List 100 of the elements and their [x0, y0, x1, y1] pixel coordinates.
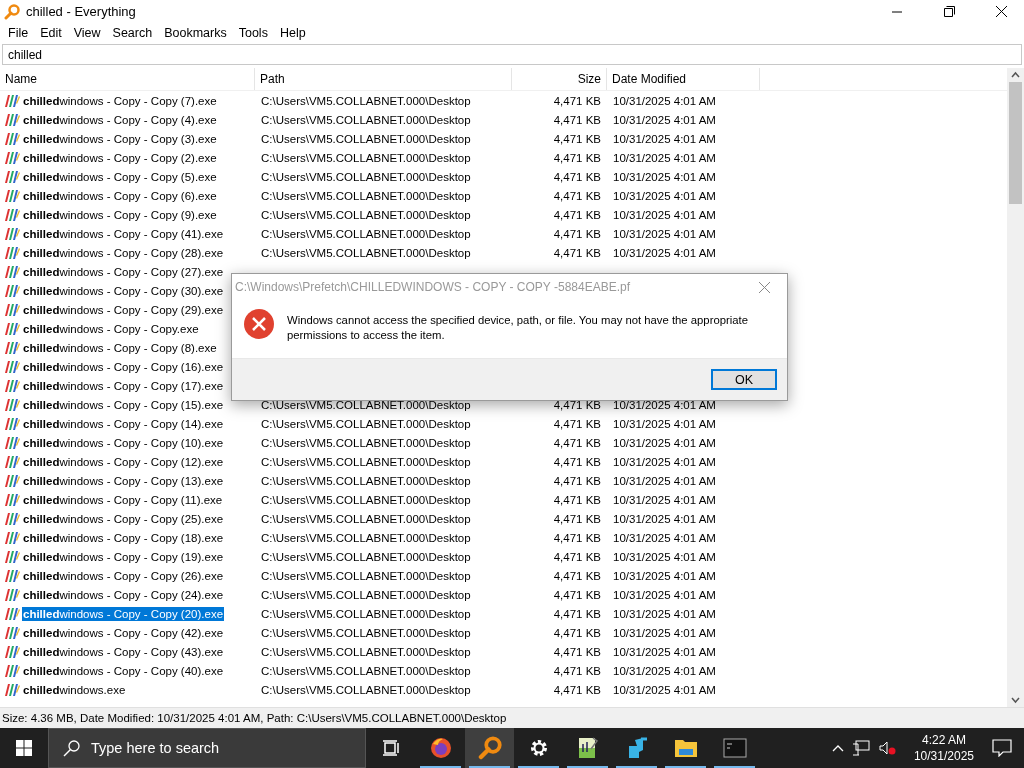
date-modified: 10/31/2025 4:01 AM	[612, 455, 717, 468]
app-icon	[4, 644, 20, 659]
menu-item[interactable]: Bookmarks	[158, 26, 233, 40]
menu-item[interactable]: Help	[273, 26, 312, 40]
file-name[interactable]: chilledwindows - Copy - Copy (6).exe	[22, 188, 218, 203]
file-name[interactable]: chilledwindows - Copy - Copy (40).exe	[22, 663, 225, 678]
file-name[interactable]: chilledwindows - Copy - Copy (42).exe	[22, 625, 225, 640]
file-size: 4,471 KB	[552, 664, 602, 677]
notepad-icon	[576, 736, 599, 760]
file-name[interactable]: chilledwindows - Copy - Copy (16).exe	[22, 359, 225, 374]
app-icon	[4, 682, 20, 697]
file-name[interactable]: chilledwindows - Copy - Copy (14).exe	[22, 416, 225, 431]
file-size: 4,471 KB	[552, 474, 602, 487]
menu-item[interactable]: Tools	[232, 26, 274, 40]
app-icon	[4, 549, 20, 564]
menu-item[interactable]: Search	[106, 26, 159, 40]
file-name[interactable]: chilledwindows - Copy - Copy (2).exe	[22, 150, 218, 165]
file-name[interactable]: chilledwindows - Copy - Copy (41).exe	[22, 226, 225, 241]
notification-icon[interactable]	[992, 739, 1012, 757]
file-name[interactable]: chilledwindows - Copy - Copy (7).exe	[22, 93, 218, 108]
file-name[interactable]: chilledwindows - Copy - Copy (24).exe	[22, 587, 225, 602]
file-size: 4,471 KB	[552, 94, 602, 107]
date-modified: 10/31/2025 4:01 AM	[612, 569, 717, 582]
app-icon	[4, 378, 20, 393]
file-path: C:\Users\VM5.COLLABNET.000\Desktop	[260, 569, 472, 582]
file-path: C:\Users\VM5.COLLABNET.000\Desktop	[260, 94, 472, 107]
network-icon[interactable]	[851, 740, 870, 756]
close-icon	[758, 281, 770, 293]
file-name[interactable]: chilledwindows - Copy - Copy (4).exe	[22, 112, 218, 127]
file-name[interactable]: chilledwindows - Copy - Copy (12).exe	[22, 454, 225, 469]
scrollbar[interactable]	[1007, 68, 1024, 707]
file-name[interactable]: chilledwindows - Copy - Copy (15).exe	[22, 397, 225, 412]
file-name[interactable]: chilledwindows - Copy - Copy (11).exe	[22, 492, 224, 507]
file-size: 4,471 KB	[552, 208, 602, 221]
app-icon	[4, 321, 20, 336]
file-name[interactable]: chilledwindows - Copy - Copy (8).exe	[22, 340, 218, 355]
menu-item[interactable]: View	[67, 26, 107, 40]
date-modified: 10/31/2025 4:01 AM	[612, 132, 717, 145]
date-modified: 10/31/2025 4:01 AM	[612, 664, 717, 677]
date-modified: 10/31/2025 4:01 AM	[612, 474, 717, 487]
file-name[interactable]: chilledwindows - Copy - Copy (43).exe	[22, 644, 225, 659]
restore-icon	[943, 6, 955, 17]
file-size: 4,471 KB	[552, 189, 602, 202]
file-path: C:\Users\VM5.COLLABNET.000\Desktop	[260, 493, 472, 506]
file-path: C:\Users\VM5.COLLABNET.000\Desktop	[260, 436, 472, 449]
file-size: 4,471 KB	[552, 493, 602, 506]
file-path: C:\Users\VM5.COLLABNET.000\Desktop	[260, 151, 472, 164]
file-name[interactable]: chilledwindows - Copy - Copy (25).exe	[22, 511, 225, 526]
file-name[interactable]: chilledwindows - Copy - Copy (17).exe	[22, 378, 225, 393]
app-icon	[4, 454, 20, 469]
menu-item[interactable]: File	[2, 26, 35, 40]
file-name[interactable]: chilledwindows - Copy - Copy (18).exe	[22, 530, 225, 545]
app-icon	[4, 283, 20, 298]
muted-speaker-icon[interactable]	[877, 740, 896, 756]
magnifier-icon	[4, 3, 20, 20]
date-modified: 10/31/2025 4:01 AM	[612, 189, 717, 202]
column-header[interactable]: Date Modified	[607, 68, 760, 90]
ok-button[interactable]: OK	[711, 369, 777, 390]
column-header[interactable]: Size	[512, 68, 607, 90]
file-name[interactable]: chilledwindows - Copy - Copy (27).exe	[22, 264, 225, 279]
search-field[interactable]: chilled	[2, 44, 1022, 65]
clock[interactable]: 4:22 AM 10/31/2025	[913, 732, 974, 764]
file-name[interactable]: chilledwindows - Copy - Copy (3).exe	[22, 131, 218, 146]
menu-item[interactable]: Edit	[34, 26, 68, 40]
file-name[interactable]: chilledwindows - Copy - Copy (20).exe	[22, 606, 225, 621]
error-message: Windows cannot access the specified device, path, or file. You may not have the appropriate permissions to access the item.	[287, 313, 749, 343]
file-name[interactable]: chilledwindows - Copy - Copy (28).exe	[22, 245, 225, 260]
taskbar-search-field[interactable]: Type here to search	[48, 728, 366, 768]
date-modified: 10/31/2025 4:01 AM	[612, 626, 717, 639]
file-path: C:\Users\VM5.COLLABNET.000\Desktop	[260, 227, 472, 240]
file-name[interactable]: chilledwindows - Copy - Copy (19).exe	[22, 549, 225, 564]
file-name[interactable]: chilledwindows - Copy - Copy (5).exe	[22, 169, 218, 184]
magnifier-icon	[477, 736, 502, 760]
date-modified: 10/31/2025 4:01 AM	[612, 531, 717, 544]
file-path: C:\Users\VM5.COLLABNET.000\Desktop	[260, 588, 472, 601]
file-path: C:\Users\VM5.COLLABNET.000\Desktop	[260, 132, 472, 145]
app-icon	[4, 188, 20, 203]
file-name[interactable]: chilledwindows.exe	[22, 682, 127, 697]
folder-icon	[673, 737, 698, 759]
chevron-up-icon[interactable]	[831, 744, 844, 752]
file-name[interactable]: chilledwindows - Copy - Copy (29).exe	[22, 302, 225, 317]
file-size: 4,471 KB	[552, 588, 602, 601]
file-path: C:\Users\VM5.COLLABNET.000\Desktop	[260, 455, 472, 468]
file-path: C:\Users\VM5.COLLABNET.000\Desktop	[260, 474, 472, 487]
file-name[interactable]: chilledwindows - Copy - Copy (10).exe	[22, 435, 225, 450]
file-size: 4,471 KB	[552, 227, 602, 240]
column-header[interactable]: Path	[255, 68, 512, 90]
app-icon	[4, 663, 20, 678]
file-size: 4,471 KB	[552, 113, 602, 126]
file-name[interactable]: chilledwindows - Copy - Copy (13).exe	[22, 473, 225, 488]
file-name[interactable]: chilledwindows - Copy - Copy (9).exe	[22, 207, 218, 222]
app-icon	[4, 150, 20, 165]
file-size: 4,471 KB	[552, 531, 602, 544]
column-header[interactable]: Name	[0, 68, 255, 90]
file-name[interactable]: chilledwindows - Copy - Copy.exe	[22, 321, 200, 336]
file-name[interactable]: chilledwindows - Copy - Copy (30).exe	[22, 283, 225, 298]
file-name[interactable]: chilledwindows - Copy - Copy (26).exe	[22, 568, 225, 583]
file-path: C:\Users\VM5.COLLABNET.000\Desktop	[260, 398, 472, 411]
scroll-thumb[interactable]	[1009, 82, 1022, 204]
date-modified: 10/31/2025 4:01 AM	[612, 512, 717, 525]
